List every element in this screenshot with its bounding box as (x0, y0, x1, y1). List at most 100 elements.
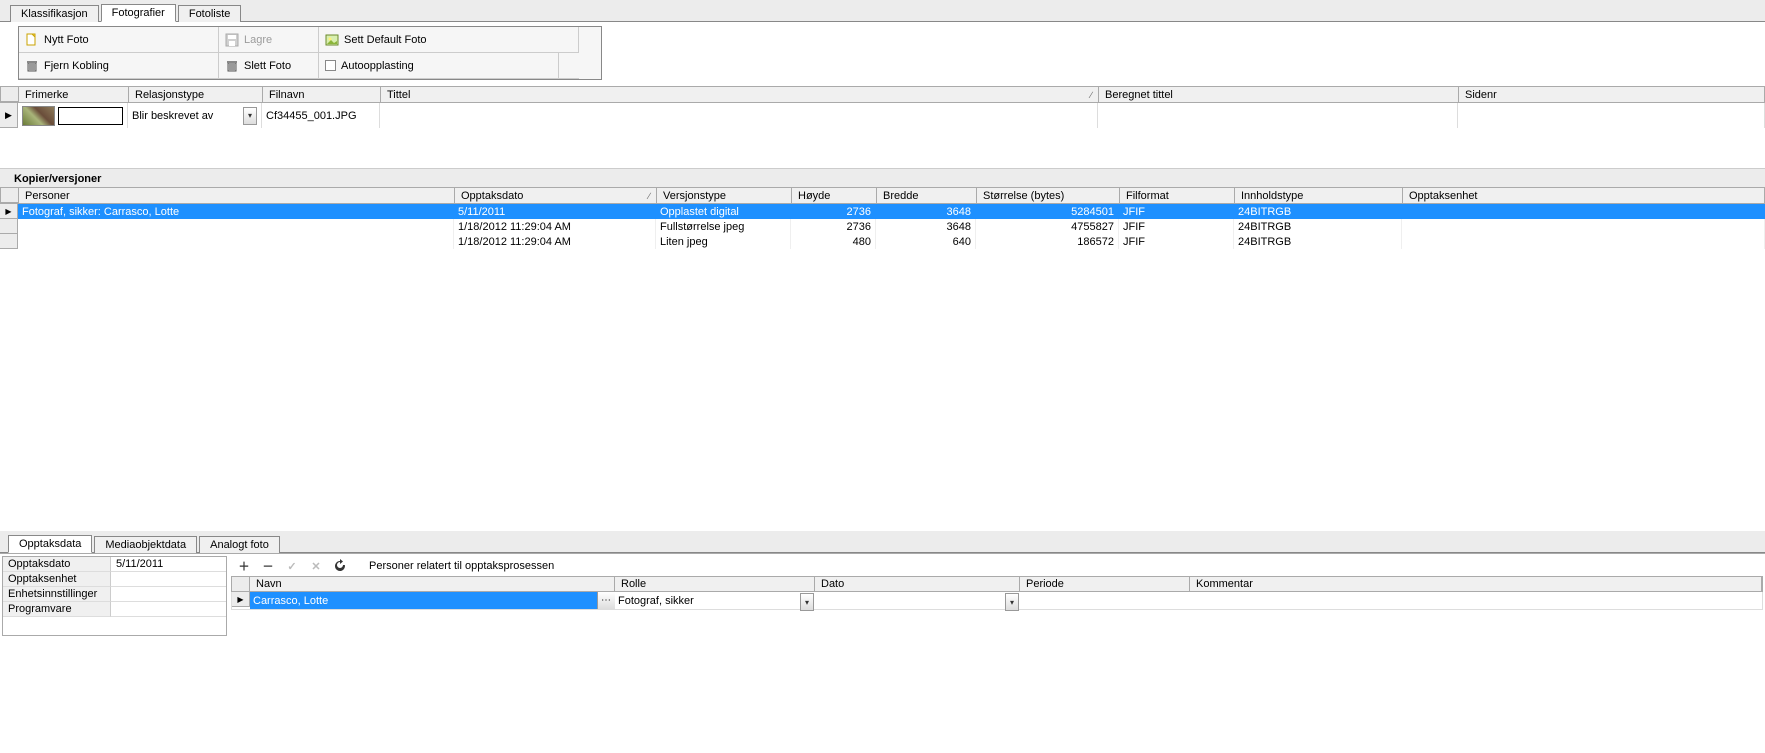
col-filnavn[interactable]: Filnavn (263, 87, 381, 102)
ver-cell-dato: 5/11/2011 (454, 204, 656, 219)
prop-row-opptaksdato[interactable]: Opptaksdato 5/11/2011 (3, 557, 226, 572)
tab-mediaobjektdata[interactable]: Mediaobjektdata (94, 536, 197, 553)
row-indicator[interactable]: ▶ (232, 592, 250, 607)
set-default-photo-button[interactable]: Sett Default Foto (319, 27, 579, 53)
tab-fotoliste[interactable]: Fotoliste (178, 5, 242, 22)
row-indicator[interactable] (0, 219, 18, 234)
col-kommentar[interactable]: Kommentar (1190, 577, 1762, 591)
person-comment-cell[interactable] (1190, 592, 1762, 609)
row-indicator[interactable]: ▶ (0, 103, 18, 128)
row-indicator[interactable]: ▶ (0, 204, 18, 219)
dropdown-button[interactable]: ▾ (800, 593, 814, 611)
person-role-value: Fotograf, sikker (618, 595, 694, 607)
col-relasjonstype[interactable]: Relasjonstype (129, 87, 263, 102)
add-button[interactable]: ＋ (237, 559, 251, 573)
ver-cell-width: 640 (876, 234, 976, 249)
col-frimerke[interactable]: Frimerke (19, 87, 129, 102)
persons-toolbar: ＋ － ✓ ✕ Personer relatert til opptakspro… (231, 556, 1763, 576)
relation-value: Blir beskrevet av (132, 110, 213, 122)
person-name-cell[interactable]: Carrasco, Lotte ⋯ (250, 592, 615, 609)
tab-klassifikasjon[interactable]: Klassifikasjon (10, 5, 99, 22)
save-button[interactable]: Lagre (219, 27, 319, 53)
refresh-button[interactable] (333, 559, 347, 573)
person-date-cell[interactable]: ▾ (815, 592, 1020, 609)
photo-thumbnail[interactable] (22, 106, 55, 126)
new-file-icon (25, 33, 39, 47)
triangle-right-icon: ▶ (237, 595, 243, 604)
ver-cell-format: JFIF (1119, 234, 1234, 249)
persons-panel: ＋ － ✓ ✕ Personer relatert til opptakspro… (231, 556, 1763, 751)
prop-key: Enhetsinnstillinger (3, 587, 111, 602)
version-row[interactable]: 1/18/2012 11:29:04 AM Fullstørrelse jpeg… (0, 219, 1765, 234)
new-photo-button[interactable]: Nytt Foto (19, 27, 219, 53)
save-label: Lagre (244, 34, 272, 46)
ver-cell-width: 3648 (876, 204, 976, 219)
prop-value[interactable] (111, 602, 226, 617)
col-tittel[interactable]: Tittel ∕ (381, 87, 1099, 102)
col-dato[interactable]: Dato (815, 577, 1020, 591)
main-tab-bar: Klassifikasjon Fotografier Fotoliste (0, 0, 1765, 22)
lookup-button[interactable]: ⋯ (597, 592, 615, 609)
title-cell[interactable] (380, 103, 1098, 128)
row-indicator[interactable] (0, 234, 18, 249)
auto-upload-toggle[interactable]: Autoopplasting (319, 53, 559, 79)
ver-cell-dato: 1/18/2012 11:29:04 AM (454, 234, 656, 249)
prop-value[interactable]: 5/11/2011 (111, 557, 226, 572)
version-row[interactable]: 1/18/2012 11:29:04 AM Liten jpeg 480 640… (0, 234, 1765, 249)
prop-row-enhetsinnstillinger[interactable]: Enhetsinnstillinger (3, 587, 226, 602)
tab-opptaksdata[interactable]: Opptaksdata (8, 535, 92, 553)
col-navn[interactable]: Navn (250, 577, 615, 591)
col-opptaksdato[interactable]: Opptaksdato ∕ (455, 188, 657, 203)
col-opptaksenhet[interactable]: Opptaksenhet (1403, 188, 1764, 203)
prop-value[interactable] (111, 572, 226, 587)
ver-cell-format: JFIF (1119, 219, 1234, 234)
col-beregnet-tittel[interactable]: Beregnet tittel (1099, 87, 1459, 102)
version-row[interactable]: ▶ Fotograf, sikker: Carrasco, Lotte 5/11… (0, 204, 1765, 219)
ver-cell-content: 24BITRGB (1234, 234, 1402, 249)
dropdown-button[interactable]: ▾ (243, 107, 257, 125)
triangle-right-icon: ▶ (5, 207, 11, 216)
remove-link-label: Fjern Kobling (44, 60, 109, 72)
col-hoyde[interactable]: Høyde (792, 188, 877, 203)
col-periode[interactable]: Periode (1020, 577, 1190, 591)
remove-link-button[interactable]: Fjern Kobling (19, 53, 219, 79)
ver-cell-dato: 1/18/2012 11:29:04 AM (454, 219, 656, 234)
person-name-value: Carrasco, Lotte (253, 595, 328, 607)
prop-row-programvare[interactable]: Programvare (3, 602, 226, 617)
ver-cell-size: 186572 (976, 234, 1119, 249)
photo-grid-row[interactable]: ▶ Blir beskrevet av ▾ Cf34455_001.JPG (0, 103, 1765, 128)
refresh-icon (333, 559, 347, 573)
delete-photo-button[interactable]: Slett Foto (219, 53, 319, 79)
ver-cell-height: 480 (791, 234, 876, 249)
col-personer[interactable]: Personer (19, 188, 455, 203)
photo-toolbar: Nytt Foto Lagre Sett Default Foto Fjern … (18, 26, 602, 80)
person-period-cell[interactable] (1020, 592, 1190, 609)
person-role-cell[interactable]: Fotograf, sikker ▾ (615, 592, 815, 609)
filename-value: Cf34455_001.JPG (266, 110, 357, 122)
tab-analogt-foto[interactable]: Analogt foto (199, 536, 280, 553)
col-innholdstype[interactable]: Innholdstype (1235, 188, 1403, 203)
col-sidenr[interactable]: Sidenr (1459, 87, 1764, 102)
dropdown-button[interactable]: ▾ (1005, 593, 1019, 611)
person-row[interactable]: ▶ Carrasco, Lotte ⋯ Fotograf, sikker ▾ ▾ (231, 592, 1763, 610)
col-storrelse[interactable]: Størrelse (bytes) (977, 188, 1120, 203)
ver-cell-width: 3648 (876, 219, 976, 234)
col-rolle[interactable]: Rolle (615, 577, 815, 591)
new-photo-label: Nytt Foto (44, 34, 89, 46)
accept-button[interactable]: ✓ (285, 559, 299, 573)
persons-title: Personer relatert til opptaksprosessen (369, 560, 554, 572)
thumbnail-input[interactable] (58, 107, 123, 125)
col-versjonstype[interactable]: Versjonstype (657, 188, 792, 203)
prop-value[interactable] (111, 587, 226, 602)
col-filformat[interactable]: Filformat (1120, 188, 1235, 203)
col-bredde[interactable]: Bredde (877, 188, 977, 203)
cancel-button[interactable]: ✕ (309, 559, 323, 573)
remove-button[interactable]: － (261, 559, 275, 573)
sidenr-cell[interactable] (1458, 103, 1765, 128)
col-tittel-label: Tittel (387, 89, 410, 101)
ver-cell-device (1402, 234, 1765, 249)
trash-icon (25, 59, 39, 73)
tab-fotografier[interactable]: Fotografier (101, 4, 176, 22)
auto-upload-label: Autoopplasting (341, 60, 414, 72)
prop-row-opptaksenhet[interactable]: Opptaksenhet (3, 572, 226, 587)
